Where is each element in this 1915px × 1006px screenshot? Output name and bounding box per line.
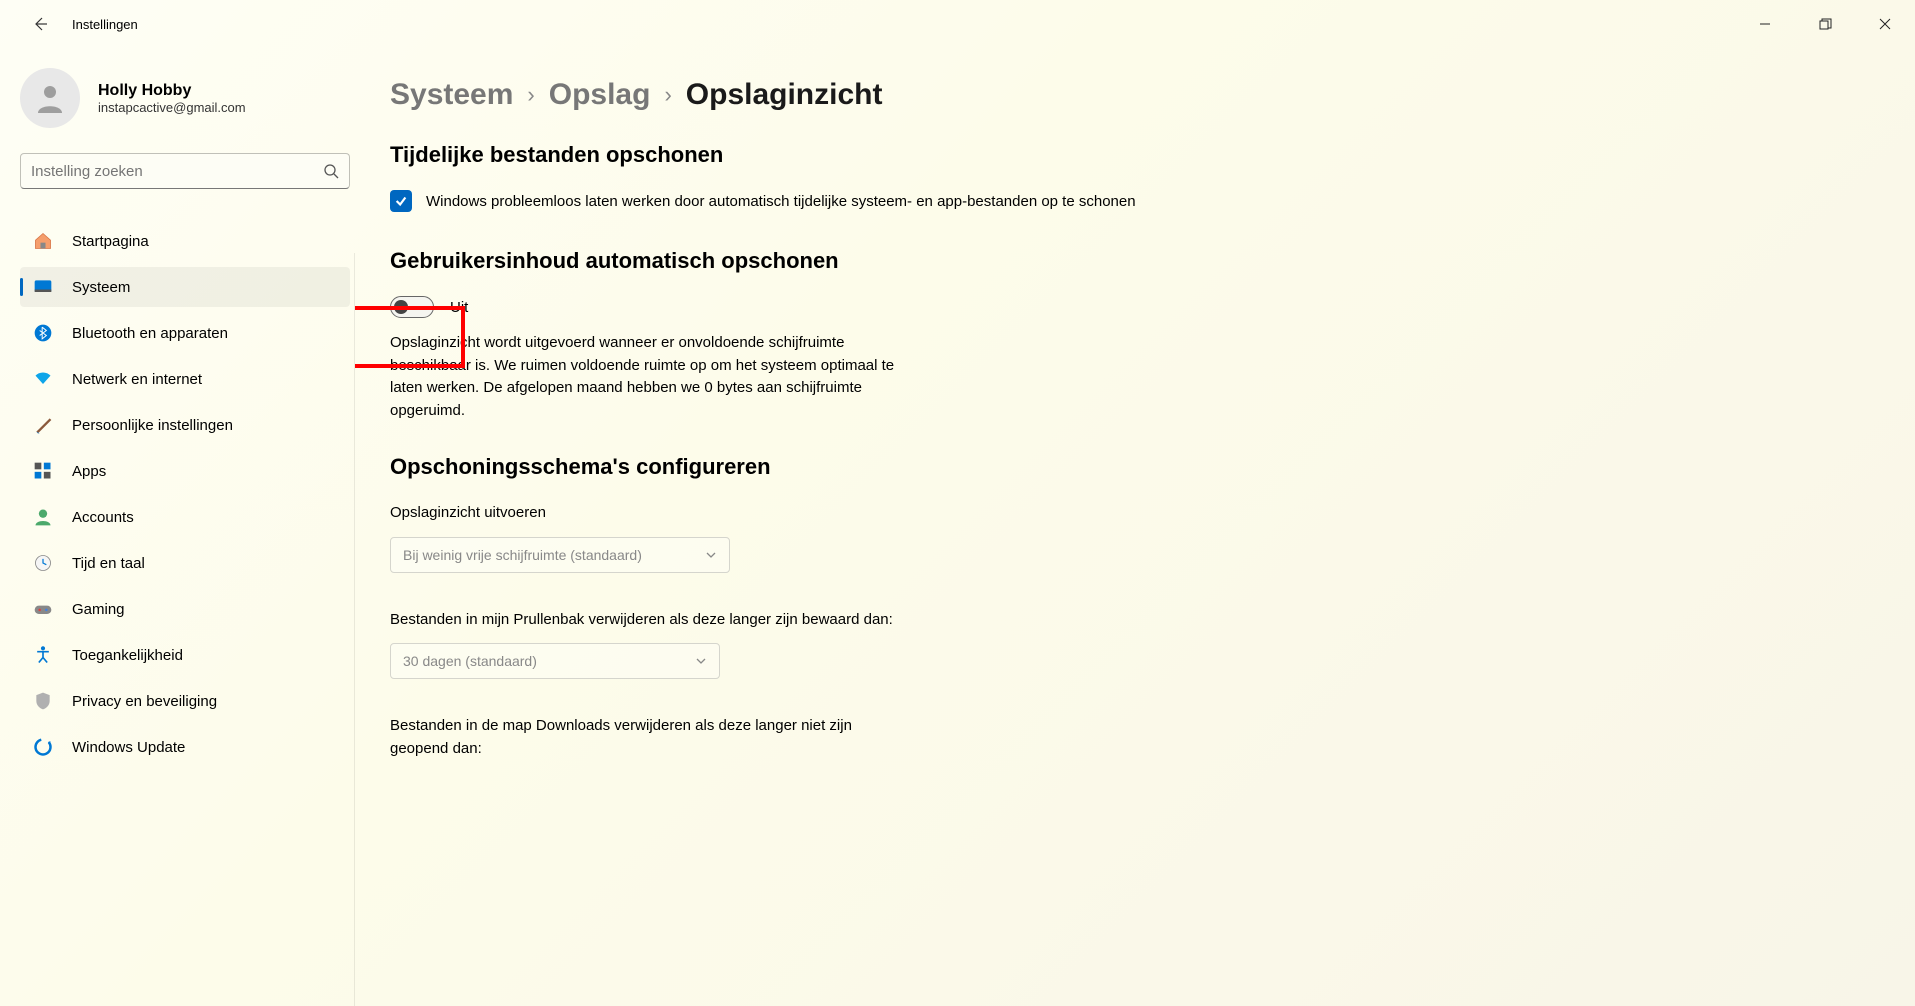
profile-email: instapcactive@gmail.com [98,100,246,115]
app-title: Instellingen [72,17,138,32]
nav-item-windows-update[interactable]: Windows Update [20,727,350,767]
chevron-down-icon [695,655,707,667]
wifi-icon [32,368,54,390]
breadcrumb-systeem[interactable]: Systeem [390,78,513,112]
clock-icon [32,552,54,574]
arrow-left-icon [32,16,48,32]
recycle-bin-label: Bestanden in mijn Prullenbak verwijderen… [390,609,910,632]
check-icon [394,194,408,208]
minimize-button[interactable] [1735,4,1795,44]
breadcrumb-opslag[interactable]: Opslag [549,78,651,112]
nav-label: Startpagina [72,233,149,250]
shield-icon [32,690,54,712]
profile-block[interactable]: Holly Hobby instapcactive@gmail.com [20,68,350,128]
nav-label: Privacy en beveiliging [72,693,217,710]
chevron-down-icon [705,549,717,561]
nav-item-gaming[interactable]: Gaming [20,589,350,629]
dropdown-value: Bij weinig vrije schijfruimte (standaard… [403,547,642,563]
chevron-right-icon: › [664,82,671,108]
avatar [20,68,80,128]
section-heading-gebruikersinhoud: Gebruikersinhoud automatisch opschonen [390,248,1875,274]
auto-clean-checkbox-row[interactable]: Windows probleemloos laten werken door a… [390,190,1875,212]
breadcrumb-current: Opslaginzicht [686,78,883,112]
bluetooth-icon [32,322,54,344]
person-icon [32,80,68,116]
nav-item-bluetooth[interactable]: Bluetooth en apparaten [20,313,350,353]
storage-sense-description: Opslaginzicht wordt uitgevoerd wanneer e… [390,332,910,422]
nav-label: Netwerk en internet [72,371,202,388]
section-heading-schema: Opschoningsschema's configureren [390,454,1875,480]
accessibility-icon [32,644,54,666]
toggle-off[interactable] [390,296,434,318]
minimize-icon [1759,18,1771,30]
maximize-button[interactable] [1795,4,1855,44]
breadcrumb: Systeem › Opslag › Opslaginzicht [390,78,1875,112]
search-input[interactable] [31,163,323,180]
gaming-icon [32,598,54,620]
chevron-right-icon: › [527,82,534,108]
nav-item-persoonlijke[interactable]: Persoonlijke instellingen [20,405,350,445]
home-icon [32,230,54,252]
nav-item-startpagina[interactable]: Startpagina [20,221,350,261]
maximize-icon [1819,18,1832,31]
titlebar: Instellingen [0,0,1915,48]
apps-icon [32,460,54,482]
run-storage-sense-dropdown[interactable]: Bij weinig vrije schijfruimte (standaard… [390,537,730,573]
nav-label: Accounts [72,509,134,526]
toggle-knob [394,300,408,314]
search-icon [323,163,339,179]
nav-label: Toegankelijkheid [72,647,183,664]
nav-label: Tijd en taal [72,555,145,572]
checkbox-checked[interactable] [390,190,412,212]
update-icon [32,736,54,758]
nav-label: Systeem [72,279,130,296]
search-box[interactable] [20,153,350,189]
window-controls [1735,4,1915,44]
nav-label: Gaming [72,601,125,618]
nav-item-systeem[interactable]: Systeem [20,267,350,307]
nav-item-accounts[interactable]: Accounts [20,497,350,537]
back-button[interactable] [20,4,60,44]
nav-label: Persoonlijke instellingen [72,417,233,434]
close-icon [1879,18,1891,30]
nav-label: Windows Update [72,739,185,756]
paintbrush-icon [32,414,54,436]
content-area: Systeem › Opslag › Opslaginzicht Tijdeli… [355,48,1915,1006]
recycle-bin-dropdown[interactable]: 30 dagen (standaard) [390,643,720,679]
downloads-label: Bestanden in de map Downloads verwijdere… [390,715,910,760]
nav-item-tijd[interactable]: Tijd en taal [20,543,350,583]
nav-list: Startpagina Systeem Bluetooth en apparat… [20,221,350,767]
close-button[interactable] [1855,4,1915,44]
accounts-icon [32,506,54,528]
checkbox-label: Windows probleemloos laten werken door a… [426,193,1136,210]
nav-label: Apps [72,463,106,480]
toggle-label: Uit [450,299,468,316]
nav-item-privacy[interactable]: Privacy en beveiliging [20,681,350,721]
sidebar: Holly Hobby instapcactive@gmail.com Star… [0,48,355,1006]
profile-name: Holly Hobby [98,82,246,100]
storage-sense-toggle-row: Uit [390,296,1875,318]
nav-item-netwerk[interactable]: Netwerk en internet [20,359,350,399]
run-storage-sense-label: Opslaginzicht uitvoeren [390,502,910,525]
dropdown-value: 30 dagen (standaard) [403,653,537,669]
section-heading-tijdelijke: Tijdelijke bestanden opschonen [390,142,1875,168]
nav-item-toegankelijkheid[interactable]: Toegankelijkheid [20,635,350,675]
nav-label: Bluetooth en apparaten [72,325,228,342]
system-icon [32,276,54,298]
nav-item-apps[interactable]: Apps [20,451,350,491]
